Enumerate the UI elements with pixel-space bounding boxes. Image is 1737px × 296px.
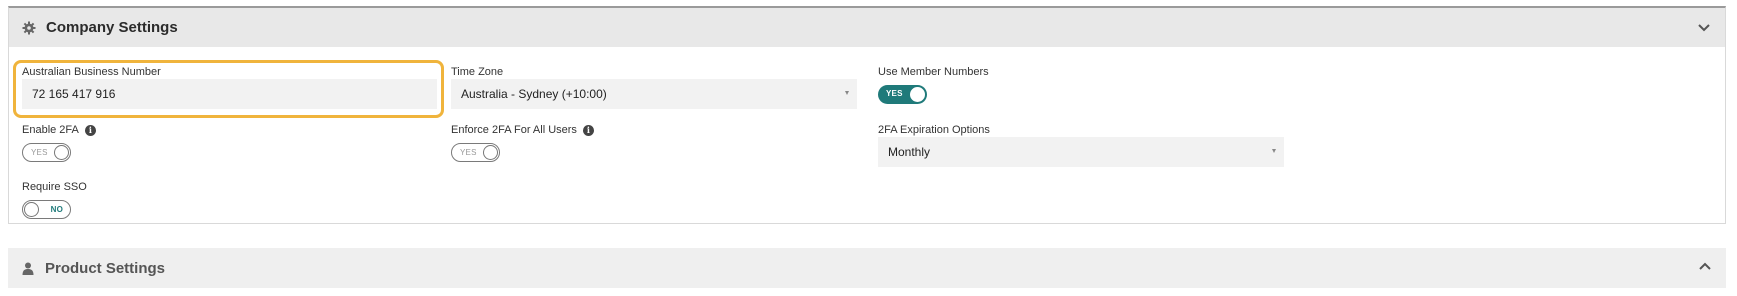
expiration-label-wrap: 2FA Expiration Options [878,123,990,137]
require-sso-label-wrap: Require SSO [22,180,87,194]
chevron-down-icon[interactable] [1697,20,1711,34]
abn-label-wrap: Australian Business Number [22,65,161,79]
member-numbers-label-wrap: Use Member Numbers [878,65,989,79]
member-numbers-label: Use Member Numbers [878,66,989,78]
company-settings-title: Company Settings [46,19,178,36]
info-icon[interactable]: i [84,124,96,136]
expiration-label: 2FA Expiration Options [878,124,990,136]
enforce-2fa-toggle[interactable]: YES [451,143,500,162]
enable-2fa-toggle-text: YES [31,148,48,157]
toggle-knob [54,145,69,160]
caret-down-icon [845,91,849,95]
require-sso-label: Require SSO [22,181,87,193]
require-sso-toggle-text: NO [50,205,63,214]
timezone-label: Time Zone [451,66,504,78]
info-icon[interactable]: i [582,124,594,136]
require-sso-toggle[interactable]: NO [22,200,71,219]
gear-icon [22,21,36,35]
timezone-select[interactable]: Australia - Sydney (+10:00) [451,79,857,109]
company-settings-panel: Company Settings Australian Business Num… [8,6,1726,224]
enforce-2fa-label-wrap: Enforce 2FA For All Users i [451,123,594,137]
enforce-2fa-toggle-text: YES [460,148,477,157]
timezone-label-wrap: Time Zone [451,65,503,79]
timezone-value: Australia - Sydney (+10:00) [461,87,607,101]
member-numbers-toggle[interactable]: YES [878,85,927,104]
member-numbers-toggle-text: YES [886,89,903,98]
expiration-value: Monthly [888,145,931,159]
product-settings-header[interactable]: Product Settings [8,248,1726,288]
chevron-up-icon[interactable] [1698,260,1712,274]
company-settings-header[interactable]: Company Settings [9,8,1725,47]
toggle-knob [24,202,39,217]
abn-label: Australian Business Number [22,66,161,78]
enforce-2fa-label: Enforce 2FA For All Users [451,124,577,136]
enable-2fa-label: Enable 2FA [22,124,79,136]
product-settings-panel: Product Settings [8,248,1726,288]
user-icon [21,261,35,275]
enable-2fa-toggle[interactable]: YES [22,143,71,162]
expiration-select[interactable]: Monthly [878,137,1284,167]
caret-down-icon [1272,149,1276,153]
abn-input[interactable]: 72 165 417 916 [22,79,437,109]
toggle-knob [910,87,925,102]
product-settings-title: Product Settings [45,259,166,277]
enable-2fa-label-wrap: Enable 2FA i [22,123,96,137]
toggle-knob [483,145,498,160]
